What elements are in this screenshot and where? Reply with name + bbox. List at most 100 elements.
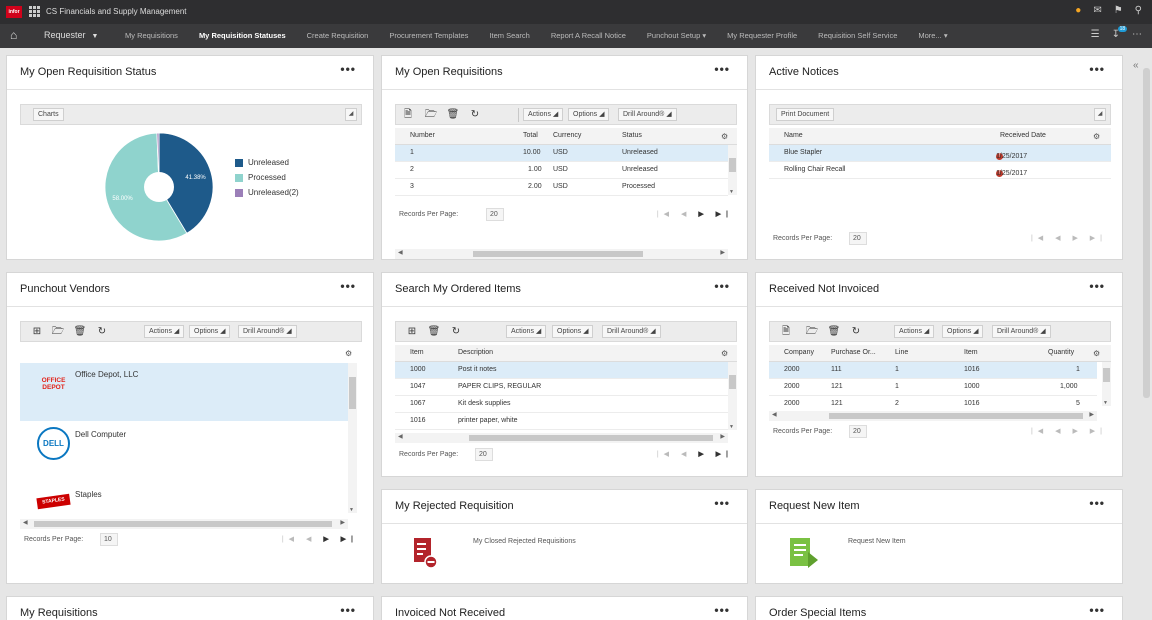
table-row[interactable]: 3 2.00 USD Processed [395, 179, 728, 196]
request-new-item-link[interactable]: Request New Item [848, 538, 906, 545]
role-selector[interactable]: Requester ▼ [44, 30, 98, 40]
actions-button[interactable]: Actions ◢ [506, 325, 547, 338]
expand-icon[interactable]: ◢ [1094, 108, 1106, 121]
table-row[interactable]: 1000 Post it notes [395, 362, 728, 379]
open-folder-icon[interactable]: 🗁 [51, 325, 65, 339]
col-number[interactable]: Number [410, 132, 435, 139]
options-button[interactable]: Options ◢ [942, 325, 984, 338]
settings-gear-icon[interactable]: ⚙ [1093, 349, 1100, 358]
records-per-page-input[interactable]: 20 [849, 425, 867, 438]
col-item[interactable]: Item [410, 349, 424, 356]
col-status[interactable]: Status [622, 132, 642, 139]
actions-button[interactable]: Actions ◢ [144, 325, 185, 338]
drill-around-button[interactable]: Drill Around® ◢ [618, 108, 677, 121]
open-folder-icon[interactable]: 🗁 [805, 325, 819, 339]
more-icon[interactable]: ⋯ [1132, 29, 1142, 40]
actions-button[interactable]: Actions ◢ [894, 325, 935, 338]
settings-gear-icon[interactable]: ⚙ [721, 132, 728, 141]
bookmark-icon[interactable]: ⚑ [1114, 5, 1123, 16]
open-folder-icon[interactable]: 🗁 [424, 108, 438, 122]
card-menu-icon[interactable]: ••• [340, 62, 356, 76]
table-row[interactable]: 1047 PAPER CLIPS, REGULAR [395, 379, 728, 396]
grid-vertical-scrollbar[interactable]: ▼ [728, 362, 737, 430]
charts-button[interactable]: Charts [33, 108, 64, 121]
add-icon[interactable]: ⊞ [405, 325, 419, 339]
options-button[interactable]: Options ◢ [552, 325, 594, 338]
grid-vertical-scrollbar[interactable]: ▼ [728, 145, 737, 195]
nav-my-requisitions[interactable]: My Requisitions [125, 31, 178, 40]
drill-around-button[interactable]: Drill Around® ◢ [238, 325, 297, 338]
nav-create-requisition[interactable]: Create Requisition [307, 31, 369, 40]
table-row[interactable]: Blue Stapler ! 1/25/2017 [769, 145, 1111, 162]
table-row[interactable]: 1016 printer paper, white [395, 413, 728, 430]
nav-requisition-self-service[interactable]: Requisition Self Service [818, 31, 897, 40]
nav-requester-profile[interactable]: My Requester Profile [727, 31, 797, 40]
pager-navigation[interactable]: |◀ ◀ ▶ ▶| [657, 450, 733, 458]
closed-rejected-requisitions-link[interactable]: My Closed Rejected Requisitions [473, 538, 576, 545]
print-document-button[interactable]: Print Document [776, 108, 835, 121]
new-document-icon[interactable]: 🗎 [779, 325, 793, 339]
col-total[interactable]: Total [523, 132, 538, 139]
infor-logo[interactable]: infor [6, 6, 22, 18]
records-per-page-input[interactable]: 10 [100, 533, 118, 546]
card-menu-icon[interactable]: ••• [1089, 603, 1105, 617]
col-company[interactable]: Company [784, 349, 814, 356]
delete-icon[interactable]: 🗑 [446, 108, 460, 122]
delete-icon[interactable]: 🗑 [73, 325, 87, 339]
rejected-document-icon[interactable] [412, 536, 438, 570]
card-menu-icon[interactable]: ••• [714, 62, 730, 76]
records-per-page-input[interactable]: 20 [849, 232, 867, 245]
refresh-icon[interactable]: ↻ [849, 325, 863, 339]
drill-around-button[interactable]: Drill Around® ◢ [992, 325, 1051, 338]
nav-report-recall[interactable]: Report A Recall Notice [551, 31, 626, 40]
new-item-icon[interactable] [786, 536, 820, 570]
vendor-office-depot[interactable]: OFFICE DEPOT Office Depot, LLC [20, 363, 348, 421]
nav-procurement-templates[interactable]: Procurement Templates [389, 31, 468, 40]
grid-horizontal-scrollbar[interactable]: ◀ ▶ [395, 249, 728, 259]
col-line[interactable]: Line [895, 349, 908, 356]
table-row[interactable]: 1 10.00 USD Unreleased [395, 145, 728, 162]
options-button[interactable]: Options ◢ [189, 325, 231, 338]
col-quantity[interactable]: Quantity [1048, 349, 1074, 356]
expand-icon[interactable]: ◢ [345, 108, 357, 121]
vendor-staples[interactable]: STAPLES Staples [20, 483, 348, 513]
pager-navigation[interactable]: |◀ ◀ ▶ ▶| [657, 210, 733, 218]
grid-vertical-scrollbar[interactable]: ▼ [1102, 362, 1111, 406]
page-scroll-thumb[interactable] [1143, 68, 1150, 398]
vendor-vertical-scrollbar[interactable]: ▼ [348, 363, 357, 513]
card-menu-icon[interactable]: ••• [340, 279, 356, 293]
table-row[interactable]: 1067 Kit desk supplies [395, 396, 728, 413]
grid-horizontal-scrollbar[interactable]: ◀ ▶ [769, 411, 1097, 421]
settings-gear-icon[interactable]: ⚙ [1093, 132, 1100, 141]
home-icon[interactable]: ⌂ [10, 28, 17, 42]
card-menu-icon[interactable]: ••• [714, 279, 730, 293]
add-icon[interactable]: ⊞ [30, 325, 44, 339]
user-icon[interactable]: ● [1075, 5, 1081, 16]
refresh-icon[interactable]: ↻ [95, 325, 109, 339]
actions-button[interactable]: Actions ◢ [523, 108, 564, 121]
nav-punchout-setup[interactable]: Punchout Setup ▾ [647, 31, 706, 40]
col-currency[interactable]: Currency [553, 132, 581, 139]
delete-icon[interactable]: 🗑 [427, 325, 441, 339]
col-description[interactable]: Description [458, 349, 493, 356]
card-menu-icon[interactable]: ••• [1089, 62, 1105, 76]
options-button[interactable]: Options ◢ [568, 108, 610, 121]
app-grid-icon[interactable] [29, 6, 40, 17]
card-menu-icon[interactable]: ••• [714, 603, 730, 617]
nav-more[interactable]: More... ▾ [918, 31, 947, 40]
card-menu-icon[interactable]: ••• [1089, 279, 1105, 293]
card-menu-icon[interactable]: ••• [714, 496, 730, 510]
card-menu-icon[interactable]: ••• [340, 603, 356, 617]
col-name[interactable]: Name [784, 132, 803, 139]
search-icon[interactable]: ⚲ [1135, 5, 1142, 16]
card-menu-icon[interactable]: ••• [1089, 496, 1105, 510]
nav-my-requisition-statuses[interactable]: My Requisition Statuses [199, 31, 286, 40]
delete-icon[interactable]: 🗑 [827, 325, 841, 339]
pager-navigation[interactable]: |◀ ◀ ▶ ▶| [1031, 234, 1107, 242]
table-row[interactable]: 2 1.00 USD Unreleased [395, 162, 728, 179]
records-per-page-input[interactable]: 20 [486, 208, 504, 221]
col-item[interactable]: Item [964, 349, 978, 356]
vendor-horizontal-scrollbar[interactable]: ◀ ▶ [20, 519, 348, 529]
records-per-page-input[interactable]: 20 [475, 448, 493, 461]
pager-navigation[interactable]: |◀ ◀ ▶ ▶| [1031, 427, 1107, 435]
